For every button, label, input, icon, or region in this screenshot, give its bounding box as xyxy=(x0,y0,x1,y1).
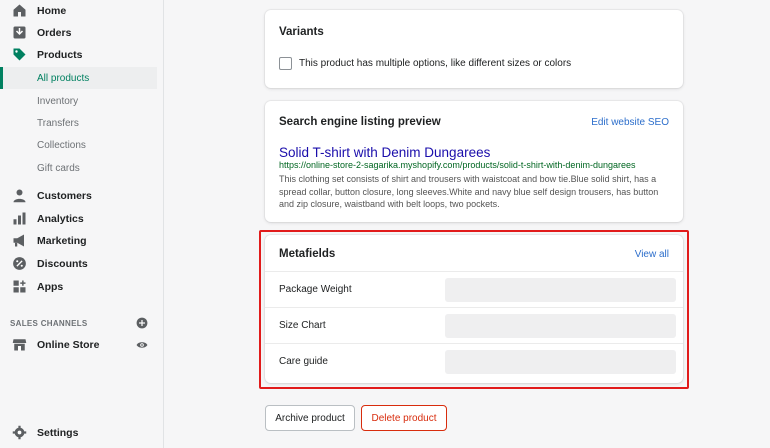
nav-home-label: Home xyxy=(37,5,67,17)
nav-products[interactable]: Products xyxy=(0,44,157,66)
nav-collections-label: Collections xyxy=(37,139,86,151)
bar-chart-icon xyxy=(13,212,26,225)
variants-card: Variants This product has multiple optio… xyxy=(265,10,683,88)
nav-apps[interactable]: Apps xyxy=(0,276,157,298)
nav-transfers[interactable]: Transfers xyxy=(0,112,157,134)
nav-inventory[interactable]: Inventory xyxy=(0,90,157,112)
eye-icon[interactable] xyxy=(136,339,148,351)
nav-inventory-label: Inventory xyxy=(37,95,79,107)
metafield-label: Care guide xyxy=(279,356,328,367)
delete-product-button[interactable]: Delete product xyxy=(361,405,447,431)
add-channel-icon[interactable] xyxy=(136,317,148,329)
nav-apps-label: Apps xyxy=(37,281,64,293)
care-guide-input[interactable] xyxy=(445,350,676,374)
nav-gift-cards-label: Gift cards xyxy=(37,162,80,174)
seo-preview-title: Solid T-shirt with Denim Dungarees xyxy=(279,145,491,160)
nav-analytics-label: Analytics xyxy=(37,213,84,225)
view-all-link[interactable]: View all xyxy=(635,249,669,260)
nav-discounts[interactable]: Discounts xyxy=(0,253,157,275)
nav-gift-cards[interactable]: Gift cards xyxy=(0,157,157,179)
seo-title: Search engine listing preview xyxy=(279,116,441,128)
apps-icon xyxy=(13,280,26,293)
nav-transfers-label: Transfers xyxy=(37,117,79,129)
home-icon xyxy=(13,4,26,17)
seo-card: Search engine listing preview Edit websi… xyxy=(265,101,683,222)
metafield-row: Size Chart xyxy=(265,307,683,343)
nav-all-products[interactable]: All products xyxy=(0,67,157,89)
edit-seo-link[interactable]: Edit website SEO xyxy=(591,117,669,128)
nav-all-products-label: All products xyxy=(37,72,90,84)
archive-product-button[interactable]: Archive product xyxy=(265,405,355,431)
nav-online-store-label: Online Store xyxy=(37,339,100,351)
nav-marketing-label: Marketing xyxy=(37,235,87,247)
megaphone-icon xyxy=(13,234,24,247)
nav-orders[interactable]: Orders xyxy=(0,22,157,44)
nav-analytics[interactable]: Analytics xyxy=(0,208,157,230)
sidebar: Home Orders Products All products Invent… xyxy=(0,0,164,448)
gear-icon xyxy=(12,425,27,440)
nav-discounts-label: Discounts xyxy=(37,258,88,270)
metafield-label: Package Weight xyxy=(279,284,352,295)
metafield-label: Size Chart xyxy=(279,320,326,331)
sales-channels-title: SALES CHANNELS xyxy=(10,319,88,328)
nav-online-store[interactable]: Online Store xyxy=(0,334,157,356)
nav-settings[interactable]: Settings xyxy=(0,422,157,444)
nav-orders-label: Orders xyxy=(37,27,72,39)
store-icon xyxy=(12,339,27,351)
metafields-title: Metafields xyxy=(279,248,336,260)
nav-settings-label: Settings xyxy=(37,427,79,439)
discount-icon xyxy=(13,257,26,270)
nav-collections[interactable]: Collections xyxy=(0,134,157,156)
nav-customers-label: Customers xyxy=(37,190,92,202)
tag-icon xyxy=(13,48,26,61)
package-weight-input[interactable] xyxy=(445,278,676,302)
multiple-options-label[interactable]: This product has multiple options, like … xyxy=(299,58,571,69)
nav-marketing[interactable]: Marketing xyxy=(0,230,157,252)
metafield-row: Package Weight xyxy=(265,271,683,307)
seo-preview-description: This clothing set consists of shirt and … xyxy=(279,174,659,209)
person-icon xyxy=(13,189,26,203)
nav-home[interactable]: Home xyxy=(0,0,157,22)
variants-title: Variants xyxy=(279,26,324,38)
seo-preview-url: https://online-store-2-sagarika.myshopif… xyxy=(279,160,636,170)
size-chart-input[interactable] xyxy=(445,314,676,338)
nav-products-label: Products xyxy=(37,49,83,61)
metafields-card: Metafields View all Package Weight Size … xyxy=(265,235,683,383)
orders-icon xyxy=(13,26,26,39)
metafield-row: Care guide xyxy=(265,343,683,379)
multiple-options-checkbox[interactable] xyxy=(279,57,292,70)
nav-customers[interactable]: Customers xyxy=(0,185,157,207)
